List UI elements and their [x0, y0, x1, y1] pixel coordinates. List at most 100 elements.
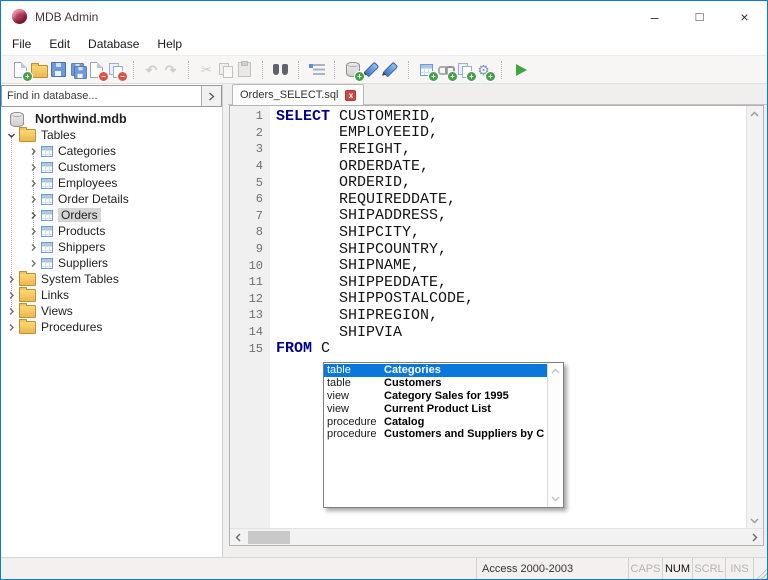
scroll-right-button[interactable]: [747, 530, 763, 545]
redo-button[interactable]: ↷: [161, 57, 180, 82]
undo-button[interactable]: ↶: [142, 57, 161, 82]
item-name: Customers: [384, 377, 441, 389]
scroll-down-button[interactable]: [747, 513, 762, 529]
line-number: 1: [230, 109, 270, 123]
tree-item-procedures[interactable]: Procedures: [1, 319, 222, 335]
chevron-right-icon[interactable]: [27, 227, 39, 236]
connect-button[interactable]: [362, 57, 381, 82]
autocomplete-item-catalog[interactable]: procedure Catalog: [324, 415, 548, 428]
disconnect-button[interactable]: [381, 57, 400, 82]
popup-scrollbar[interactable]: [547, 363, 563, 507]
autocomplete-item-categories[interactable]: table Categories: [324, 364, 548, 377]
search-go-button[interactable]: [201, 86, 221, 106]
scroll-down-button[interactable]: [548, 492, 562, 506]
plus-badge-icon: [354, 71, 365, 82]
connect-pen-icon: [364, 62, 380, 78]
scrollbar-thumb[interactable]: [248, 531, 290, 544]
item-type: view: [324, 403, 384, 415]
tree-item-products[interactable]: Products: [1, 223, 222, 239]
cut-button[interactable]: ✂: [197, 57, 216, 82]
tree-item-order-details[interactable]: Order Details: [1, 191, 222, 207]
sql-text: SHIPCOUNTRY,: [276, 241, 447, 258]
open-file-button[interactable]: [30, 57, 49, 82]
find-button[interactable]: [271, 57, 290, 82]
close-all-button[interactable]: [106, 57, 125, 82]
chevron-right-icon[interactable]: [27, 147, 39, 156]
tree-item-label: Customers: [58, 160, 116, 174]
chevron-right-icon[interactable]: [27, 243, 39, 252]
tab-orders-select-sql[interactable]: Orders_SELECT.sql x: [232, 84, 364, 105]
new-database-button[interactable]: [343, 57, 362, 82]
tree-item-orders[interactable]: Orders: [1, 207, 222, 223]
sql-text: SHIPPEDDATE,: [276, 274, 447, 291]
chevron-right-icon[interactable]: [5, 323, 17, 332]
tree-item-links[interactable]: Links: [1, 287, 222, 303]
code-line: 14 SHIPVIA: [230, 324, 747, 341]
save-button[interactable]: [49, 57, 68, 82]
line-number: 5: [230, 176, 270, 190]
new-link-button[interactable]: [436, 57, 455, 82]
scroll-up-button[interactable]: [747, 106, 762, 122]
cut-icon: ✂: [201, 63, 212, 76]
save-all-icon: [70, 62, 86, 78]
insert-mode-indicator: INS: [726, 558, 754, 579]
maximize-button[interactable]: □: [677, 1, 722, 32]
paste-button[interactable]: [235, 57, 254, 82]
copy-button[interactable]: [216, 57, 235, 82]
chevron-right-icon[interactable]: [27, 163, 39, 172]
find-icon: [273, 64, 288, 76]
autocomplete-list: table Categories table Customers view Ca…: [324, 363, 548, 507]
menu-database[interactable]: Database: [79, 34, 148, 54]
autocomplete-item-customers[interactable]: table Customers: [324, 377, 548, 390]
search-input[interactable]: [2, 86, 201, 106]
close-button[interactable]: ×: [722, 1, 767, 32]
code-line: 9 SHIPCOUNTRY,: [230, 241, 747, 258]
execute-button[interactable]: [510, 57, 529, 82]
tree-item-customers[interactable]: Customers: [1, 159, 222, 175]
chevron-right-icon[interactable]: [27, 195, 39, 204]
chevron-right-icon[interactable]: [5, 291, 17, 300]
new-view-button[interactable]: [455, 57, 474, 82]
resize-grip[interactable]: [754, 566, 767, 579]
new-procedure-button[interactable]: ⚙: [474, 57, 493, 82]
sql-text: FREIGHT,: [276, 141, 411, 158]
chevron-down-icon[interactable]: [5, 131, 17, 140]
chevron-right-icon: [752, 533, 758, 542]
tab-close-button[interactable]: x: [345, 90, 356, 101]
tree-item-shippers[interactable]: Shippers: [1, 239, 222, 255]
code-line: 3 FREIGHT,: [230, 141, 747, 158]
menu-edit[interactable]: Edit: [40, 34, 79, 54]
chevron-right-icon[interactable]: [27, 179, 39, 188]
scroll-left-button[interactable]: [230, 530, 246, 545]
autocomplete-item-current-product-list[interactable]: view Current Product List: [324, 402, 548, 415]
format-icon: [313, 64, 325, 75]
undo-icon: ↶: [146, 63, 158, 77]
chevron-right-icon[interactable]: [27, 211, 39, 220]
close-file-button[interactable]: [87, 57, 106, 82]
new-table-button[interactable]: [417, 57, 436, 82]
tree-item-views[interactable]: Views: [1, 303, 222, 319]
code-line: 13 SHIPREGION,: [230, 307, 747, 324]
new-file-button[interactable]: [11, 57, 30, 82]
scroll-up-button[interactable]: [548, 364, 562, 378]
tree-item-tables[interactable]: Tables: [1, 127, 222, 143]
tree-item-suppliers[interactable]: Suppliers: [1, 255, 222, 271]
toolbar-separator: [133, 61, 134, 79]
code-line: 11 SHIPPEDDATE,: [230, 274, 747, 291]
chevron-right-icon[interactable]: [5, 307, 17, 316]
chevron-right-icon[interactable]: [5, 275, 17, 284]
vertical-scrollbar[interactable]: [746, 106, 763, 529]
chevron-right-icon[interactable]: [27, 259, 39, 268]
minimize-button[interactable]: –: [632, 1, 677, 32]
tree-item-system-tables[interactable]: System Tables: [1, 271, 222, 287]
tree-root-northwind[interactable]: Northwind.mdb: [1, 111, 222, 127]
tree-item-employees[interactable]: Employees: [1, 175, 222, 191]
autocomplete-item-customers-suppliers[interactable]: procedure Customers and Suppliers by C: [324, 428, 548, 441]
horizontal-scrollbar[interactable]: [230, 528, 763, 545]
menu-help[interactable]: Help: [148, 34, 191, 54]
format-sql-button[interactable]: [307, 57, 326, 82]
menu-file[interactable]: File: [3, 34, 40, 54]
autocomplete-item-category-sales[interactable]: view Category Sales for 1995: [324, 390, 548, 403]
save-all-button[interactable]: [68, 57, 87, 82]
tree-item-categories[interactable]: Categories: [1, 143, 222, 159]
